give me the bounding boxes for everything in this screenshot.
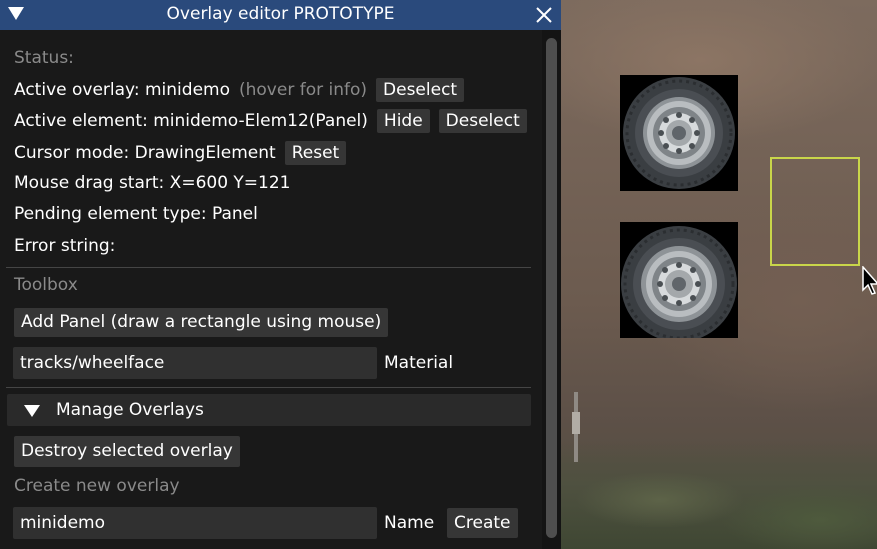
overlay-panel-wheel-1[interactable]: [620, 75, 738, 191]
hover-info-hint[interactable]: (hover for info): [239, 80, 367, 100]
triangle-down-icon: [24, 405, 40, 417]
material-label: Material: [384, 353, 454, 373]
add-panel-button[interactable]: Add Panel (draw a rectangle using mouse): [14, 308, 389, 337]
mouse-pointer-icon: [862, 266, 877, 295]
reset-button[interactable]: Reset: [284, 141, 347, 165]
wheel-face-image: [621, 226, 737, 338]
overlay-name-input[interactable]: minidemo: [13, 507, 377, 539]
scrollbar-thumb[interactable]: [546, 38, 557, 538]
separator: [6, 267, 531, 268]
toolbox-heading: Toolbox: [14, 275, 78, 295]
deselect-overlay-button[interactable]: Deselect: [376, 78, 465, 102]
close-icon[interactable]: [534, 5, 554, 25]
active-overlay-text: Active overlay: minidemo: [14, 80, 230, 100]
window-titlebar[interactable]: Overlay editor PROTOTYPE: [0, 0, 561, 30]
deselect-element-button[interactable]: Deselect: [438, 109, 527, 133]
overlay-panel-wheel-2[interactable]: [620, 222, 738, 338]
destroy-overlay-button[interactable]: Destroy selected overlay: [14, 436, 240, 467]
overlay-editor-window[interactable]: Overlay editor PROTOTYPE Status: Active …: [0, 0, 561, 549]
terrain-grass: [560, 440, 877, 549]
window-title: Overlay editor PROTOTYPE: [166, 4, 395, 24]
mouse-drag-start-text: Mouse drag start: X=600 Y=121: [14, 173, 291, 193]
create-overlay-button[interactable]: Create: [447, 508, 518, 538]
add-panel-row: Add Panel (draw a rectangle using mouse): [14, 308, 389, 337]
window-content: Status: Active overlay: minidemo (hover …: [0, 30, 545, 549]
drawing-selection-rectangle[interactable]: [770, 157, 860, 266]
manage-overlays-header[interactable]: Manage Overlays: [7, 394, 531, 426]
active-element-text: Active element: minidemo-Elem12(Panel): [14, 111, 368, 131]
destroy-row: Destroy selected overlay: [14, 436, 240, 467]
manage-overlays-label: Manage Overlays: [56, 400, 204, 420]
active-element-row: Active element: minidemo-Elem12(Panel) H…: [14, 109, 527, 133]
error-string-text: Error string:: [14, 236, 116, 256]
pole-top: [572, 412, 580, 434]
material-input[interactable]: tracks/wheelface: [13, 347, 377, 379]
active-overlay-row: Active overlay: minidemo (hover for info…: [14, 78, 465, 102]
cursor-mode-text: Cursor mode: DrawingElement: [14, 143, 276, 163]
separator: [6, 387, 531, 388]
status-heading: Status:: [14, 48, 74, 68]
cursor-mode-row: Cursor mode: DrawingElement Reset: [14, 141, 347, 165]
pending-element-type-text: Pending element type: Panel: [14, 204, 258, 224]
name-label: Name: [384, 513, 435, 533]
wheel-face-image: [623, 77, 735, 189]
create-overlay-heading: Create new overlay: [14, 476, 180, 496]
hide-element-button[interactable]: Hide: [376, 109, 430, 133]
vertical-scrollbar[interactable]: [542, 30, 561, 549]
